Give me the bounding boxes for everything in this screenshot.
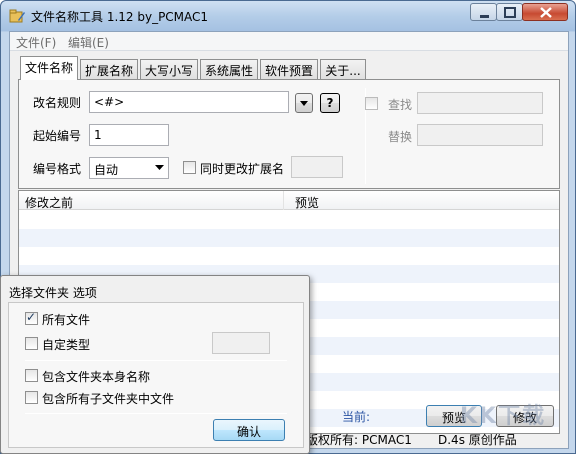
watermark-logo: KK下载 bbox=[460, 404, 547, 429]
include-subfolder-files-label: 包含所有子文件夹中文件 bbox=[42, 392, 175, 406]
window-title: 文件名称工具 1.12 by_PCMAC1 bbox=[31, 10, 209, 24]
chevron-down-icon bbox=[155, 165, 164, 170]
replace-input[interactable] bbox=[417, 124, 543, 146]
copyright-text: 版权所有: PCMAC1 bbox=[306, 433, 412, 447]
tab-system-attributes[interactable]: 系统属性 bbox=[200, 59, 258, 79]
tab-presets[interactable]: 软件预置 bbox=[260, 59, 318, 79]
filename-tab-panel: 改名规则 <#> ? 起始编号 1 编号格式 自动 同时更改扩展名 查找 替换 bbox=[18, 79, 560, 189]
maximize-button[interactable] bbox=[496, 3, 523, 21]
include-folder-name-checkbox[interactable] bbox=[25, 369, 38, 382]
menu-file[interactable]: 文件(F) bbox=[16, 34, 56, 51]
list-header: 修改之前 预览 bbox=[19, 191, 559, 210]
chevron-down-icon bbox=[300, 101, 308, 106]
start-number-input[interactable]: 1 bbox=[89, 124, 169, 146]
custom-type-checkbox[interactable] bbox=[25, 337, 38, 350]
find-label: 查找 bbox=[388, 98, 413, 112]
rule-dropdown-button[interactable] bbox=[295, 93, 313, 113]
include-folder-name-label: 包含文件夹本身名称 bbox=[42, 370, 151, 384]
number-format-value: 自动 bbox=[94, 163, 119, 177]
all-files-checkbox[interactable] bbox=[25, 310, 38, 325]
custom-type-label: 自定类型 bbox=[42, 338, 91, 352]
folder-pencil-icon bbox=[9, 9, 25, 23]
tab-about[interactable]: 关于... bbox=[320, 59, 366, 79]
rename-rule-input[interactable]: <#> bbox=[89, 91, 289, 113]
title-bar[interactable]: 文件名称工具 1.12 by_PCMAC1 bbox=[1, 1, 575, 31]
tab-case[interactable]: 大写小写 bbox=[140, 59, 198, 79]
find-checkbox[interactable] bbox=[365, 97, 378, 110]
folder-options-popup: 选择文件夹 选项 所有文件 自定类型 包含文件夹本身名称 包含所有子文件夹中文件… bbox=[0, 275, 310, 454]
close-button[interactable] bbox=[522, 3, 568, 21]
popup-title: 选择文件夹 选项 bbox=[9, 286, 97, 300]
change-extension-checkbox[interactable] bbox=[183, 161, 196, 174]
change-extension-label: 同时更改扩展名 bbox=[200, 162, 285, 176]
confirm-button[interactable]: 确认 bbox=[213, 419, 285, 441]
find-input[interactable] bbox=[417, 92, 543, 114]
column-before[interactable]: 修改之前 bbox=[25, 194, 73, 211]
popup-options-panel: 所有文件 自定类型 包含文件夹本身名称 包含所有子文件夹中文件 确认 bbox=[8, 302, 304, 448]
column-preview[interactable]: 预览 bbox=[295, 194, 319, 211]
all-files-label: 所有文件 bbox=[42, 313, 91, 327]
menu-edit[interactable]: 编辑(E) bbox=[68, 34, 109, 51]
list-row bbox=[19, 229, 559, 247]
start-number-label: 起始编号 bbox=[33, 129, 82, 143]
number-format-label: 编号格式 bbox=[33, 162, 82, 176]
original-work-text: D.4s 原创作品 bbox=[438, 433, 517, 447]
tab-extension[interactable]: 扩展名称 bbox=[80, 59, 138, 79]
menu-bar: 文件(F) 编辑(E) bbox=[10, 32, 568, 51]
help-button[interactable]: ? bbox=[320, 93, 340, 113]
replace-label: 替换 bbox=[388, 130, 413, 144]
minimize-button[interactable] bbox=[470, 3, 497, 21]
custom-type-input[interactable] bbox=[212, 332, 270, 354]
tab-filename[interactable]: 文件名称 bbox=[20, 56, 78, 80]
include-subfolder-files-checkbox[interactable] bbox=[25, 391, 38, 404]
rename-rule-label: 改名规则 bbox=[33, 96, 82, 110]
number-format-select[interactable]: 自动 bbox=[89, 157, 169, 179]
current-label: 当前: bbox=[342, 410, 371, 424]
extension-input[interactable] bbox=[291, 156, 343, 178]
